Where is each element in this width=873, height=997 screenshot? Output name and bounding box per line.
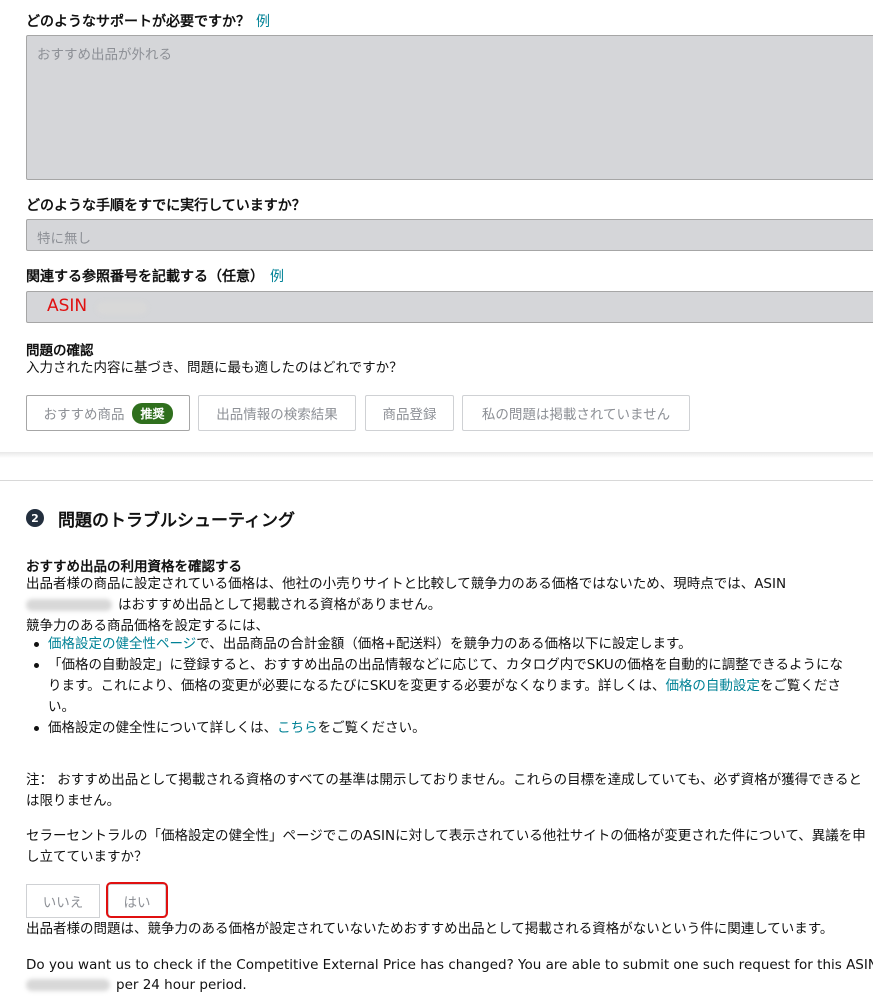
support-description-textarea[interactable]: おすすめ出品が外れる [26,35,873,180]
note-line1: 注： おすすめ出品として掲載される資格のすべての基準は開示しておりません。これら… [26,772,863,788]
option-search-results-label: 出品情報の検索結果 [216,407,338,423]
support-question-label: どのようなサポートが必要ですか？ 例 [26,11,270,31]
option-product-registration-label: 商品登録 [382,407,437,423]
english-request-line1: Do you want us to check if the Competiti… [26,957,873,973]
eligibility-para1-line1: 出品者様の商品に設定されている価格は、他社の小売りサイトと比較して競争力のある価… [26,576,787,592]
no-button[interactable]: いいえ [26,884,100,918]
option-search-results[interactable]: 出品情報の検索結果 [198,395,356,431]
bullet-dot [34,663,39,668]
tip-2-line2a: ります。これにより、価格の変更が必要になるたびにSKUを変更する必要がなくなりま… [48,678,666,694]
tip-item-2-cont2: い。 [48,697,843,718]
here-link[interactable]: こちら [277,720,318,736]
redacted-asin-2 [26,599,112,611]
auto-pricing-link[interactable]: 価格の自動設定 [665,678,760,694]
tip-3-text-b: をご覧ください。 [317,720,426,736]
support-question-text: どのようなサポートが必要ですか？ [26,14,250,30]
tip-item-3: 価格設定の健全性について詳しくは、こちらをご覧ください。 [34,718,843,739]
tip-item-1: 価格設定の健全性ページで、出品商品の合計金額（価格+配送料）を競争力のある価格以… [34,634,843,655]
steps-taken-value: 特に無し [37,231,91,247]
tip-2-line2b: をご覧くださ [759,678,841,694]
section-divider [0,480,873,481]
yes-highlight-annotation [106,882,168,918]
option-recommended-label: おすすめ商品 [43,407,125,423]
recommended-badge: 推奨 [132,402,173,424]
redacted-asin [97,302,147,314]
section-title: 問題のトラブルシューティング [58,511,295,531]
reference-example-link[interactable]: 例 [270,269,284,285]
option-not-listed[interactable]: 私の問題は掲載されていません [462,395,690,431]
issue-summary: 出品者様の問題は、競争力のある価格が設定されていないためおすすめ出品として掲載さ… [26,921,834,937]
section-shadow [0,452,873,458]
option-recommended-product[interactable]: おすすめ商品 推奨 [26,395,190,431]
pricing-health-link[interactable]: 価格設定の健全性ページ [48,636,196,652]
reference-number-label: 関連する参照番号を記載する（任意） 例 [26,266,284,286]
eligibility-para1-line2-row: はおすすめ出品として掲載される資格がありません。 [26,595,441,616]
bullet-dot [34,642,39,647]
option-not-listed-label: 私の問題は掲載されていません [481,407,671,423]
redacted-asin-3 [26,979,110,991]
reference-number-text: 関連する参照番号を記載する（任意） [26,269,264,285]
tips-list: 価格設定の健全性ページで、出品商品の合計金額（価格+配送料）を競争力のある価格以… [34,634,843,739]
english-request-line2-row: per 24 hour period. [26,975,247,996]
tip-2-line3: い。 [48,699,75,715]
confirm-heading: 問題の確認 [26,343,94,359]
dispute-question-line1: セラーセントラルの「価格設定の健全性」ページでこのASINに対して表示されている… [26,828,866,844]
dispute-question-line2: し立てていますか？ [26,849,148,865]
no-button-label: いいえ [42,895,84,911]
reference-number-input[interactable]: ASIN [26,291,873,323]
support-description-value: おすすめ出品が外れる [37,47,172,63]
confirm-text: 入力された内容に基づき、問題に最も適したのはどれですか？ [26,360,403,376]
tip-item-2: 「価格の自動設定」に登録すると、おすすめ出品の出品情報などに応じて、カタログ内で… [34,655,843,676]
option-product-registration[interactable]: 商品登録 [365,395,454,431]
support-example-link[interactable]: 例 [256,14,270,30]
step-number-badge: 2 [26,509,44,527]
tip-2-line1: 「価格の自動設定」に登録すると、おすすめ出品の出品情報などに応じて、カタログ内で… [48,657,843,673]
eligibility-subheading: おすすめ出品の利用資格を確認する [26,559,242,575]
english-request-line2: per 24 hour period. [116,977,247,993]
tip-1-text: で、出品商品の合計金額（価格+配送料）を競争力のある価格以下に設定します。 [196,636,692,652]
tip-3-text-a: 価格設定の健全性について詳しくは、 [48,720,278,736]
note-line2: は限りません。 [26,793,121,809]
bullet-dot [34,726,39,731]
tip-item-2-cont: ります。これにより、価格の変更が必要になるたびにSKUを変更する必要がなくなりま… [48,676,843,697]
steps-taken-input[interactable]: 特に無し [26,219,873,251]
reference-asin-annotation: ASIN [47,296,88,316]
steps-taken-label: どのような手順をすでに実行していますか？ [26,198,306,214]
eligibility-para1-line2: はおすすめ出品として掲載される資格がありません。 [118,597,442,613]
